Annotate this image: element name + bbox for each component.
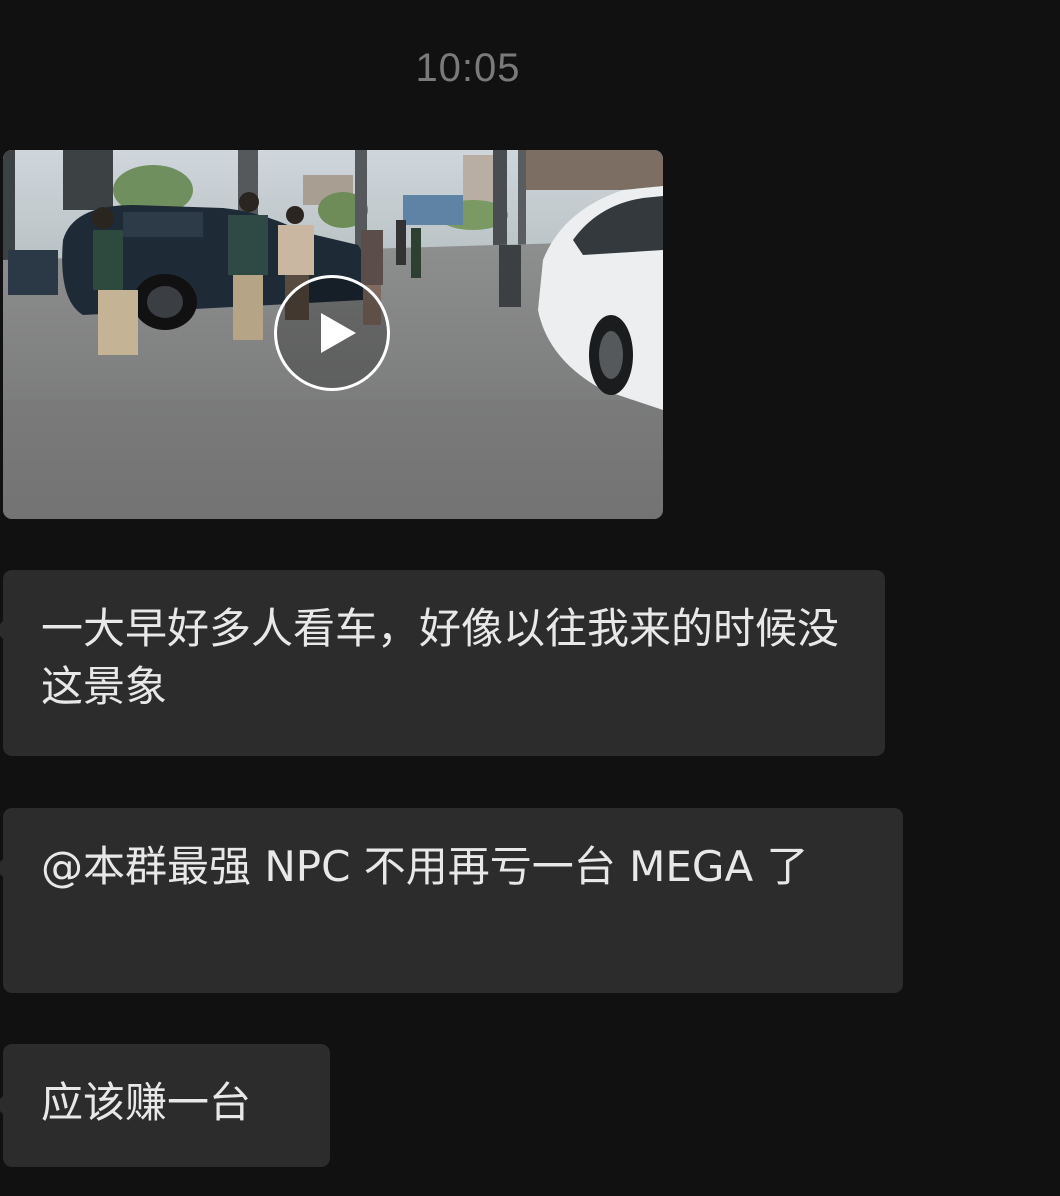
message-text: 应该赚一台 bbox=[41, 1078, 252, 1127]
message-text: @本群最强 NPC 不用再亏一台 MEGA 了 bbox=[41, 842, 809, 891]
chat-timestamp: 10:05 bbox=[415, 46, 521, 90]
video-message[interactable] bbox=[3, 150, 663, 519]
message-text: 一大早好多人看车，好像以往我来的时候没这景象 bbox=[41, 604, 840, 711]
message-bubble[interactable]: @本群最强 NPC 不用再亏一台 MEGA 了 bbox=[0, 808, 903, 993]
message-bubble[interactable]: 一大早好多人看车，好像以往我来的时候没这景象 bbox=[0, 570, 885, 756]
message-bubble[interactable]: 应该赚一台 bbox=[0, 1044, 330, 1167]
play-icon bbox=[321, 313, 356, 353]
play-button[interactable] bbox=[274, 275, 390, 391]
